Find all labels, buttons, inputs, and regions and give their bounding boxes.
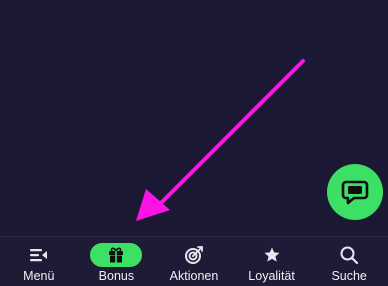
nav-item-bonus[interactable]: Bonus — [78, 237, 156, 286]
menu-icon — [29, 249, 47, 262]
nav-item-aktionen[interactable]: Aktionen — [155, 237, 233, 286]
gift-icon — [109, 247, 124, 263]
app-screen: Menü Bonus Aktionen Loyalität Suche — [0, 0, 388, 286]
nav-icon-container — [29, 243, 49, 267]
target-icon — [184, 246, 203, 264]
chat-bubble-icon — [341, 180, 369, 205]
nav-icon-container — [263, 243, 281, 267]
nav-active-indicator — [90, 243, 143, 267]
bottom-navigation: Menü Bonus Aktionen Loyalität Suche — [0, 236, 388, 286]
star-icon — [264, 247, 280, 262]
chat-button[interactable] — [327, 164, 383, 220]
nav-item-menu[interactable]: Menü — [0, 237, 78, 286]
nav-label-aktionen: Aktionen — [169, 269, 219, 283]
nav-icon-container — [339, 243, 359, 267]
nav-label-suche: Suche — [331, 269, 367, 283]
search-icon — [340, 246, 359, 265]
nav-label-loyalitaet: Loyalität — [248, 269, 295, 283]
nav-label-menu: Menü — [23, 269, 55, 283]
nav-label-bonus: Bonus — [98, 269, 135, 283]
nav-icon-container — [184, 243, 204, 267]
nav-item-suche[interactable]: Suche — [310, 237, 388, 286]
nav-item-loyalitaet[interactable]: Loyalität — [233, 237, 311, 286]
